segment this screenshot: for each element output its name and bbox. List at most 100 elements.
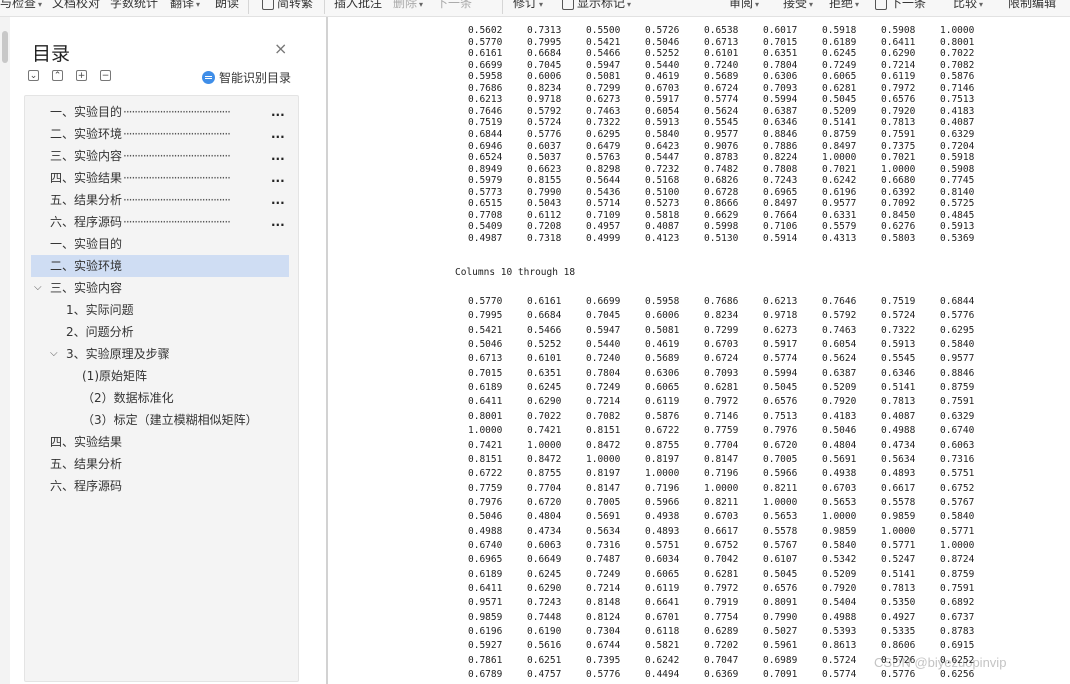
toc-item-label: 三、实验内容 xyxy=(50,281,123,295)
toc-item[interactable]: 一、实验目的 xyxy=(31,233,289,255)
matrix-cell: 0.6684 xyxy=(527,310,562,322)
expand-all-button[interactable]: ⌃ xyxy=(52,70,63,81)
toolbar-item-label: 下一条 xyxy=(436,0,473,10)
matrix-cell: 0.7304 xyxy=(586,626,621,638)
toc-item[interactable]: （2）数据标准化 xyxy=(31,387,289,409)
toolbar-item-3[interactable]: 翻译 ▾ xyxy=(170,0,200,11)
toc-item[interactable]: 五、结果分析 ··································… xyxy=(31,189,289,211)
toc-item[interactable]: ⌵ 三、实验内容 xyxy=(31,277,289,299)
toc-item[interactable]: 四、实验结果 xyxy=(31,431,289,453)
toolbar-item-10[interactable]: 显示标记 ▾ xyxy=(562,0,631,11)
matrix-cell: 0.6423 xyxy=(645,140,680,152)
matrix-cell: 0.5767 xyxy=(940,496,975,508)
matrix-cell: 0.6629 xyxy=(704,209,739,221)
matrix-cell: 0.7042 xyxy=(704,554,739,566)
add-heading-button[interactable]: + xyxy=(76,70,87,81)
matrix-cell: 0.5763 xyxy=(586,152,621,164)
matrix-cell: 0.6703 xyxy=(704,339,739,351)
matrix-cell: 0.8472 xyxy=(586,439,621,451)
toolbar-item-2[interactable]: 字数统计 xyxy=(110,0,158,11)
toolbar-item-9[interactable]: 修订 ▾ xyxy=(513,0,543,11)
toc-item[interactable]: 一、实验目的 ··································… xyxy=(31,101,289,123)
toolbar-item-4[interactable]: 朗读 xyxy=(215,0,239,11)
matrix-cell: 0.7646 xyxy=(468,105,503,117)
matrix-cell: 0.6892 xyxy=(940,597,975,609)
matrix-cell: 0.6281 xyxy=(704,382,739,394)
chevron-down-icon: ▾ xyxy=(38,0,43,9)
toc-item[interactable]: 五、结果分析 xyxy=(31,453,289,475)
matrix-cell: 0.6946 xyxy=(468,140,503,152)
close-icon[interactable]: × xyxy=(274,39,287,58)
matrix-cell: 0.5751 xyxy=(940,468,975,480)
matrix-cell: 0.8759 xyxy=(940,382,975,394)
matrix-cell: 0.5045 xyxy=(763,568,798,580)
remove-heading-button[interactable]: − xyxy=(100,70,111,81)
toolbar-item-label: 修订 xyxy=(513,0,538,10)
matrix-cell: 0.6189 xyxy=(468,382,503,394)
matrix-cell: 0.7146 xyxy=(940,82,975,94)
matrix-cell: 0.6641 xyxy=(645,597,680,609)
matrix-cell: 0.7316 xyxy=(940,453,975,465)
panel-resize-handle[interactable] xyxy=(2,31,8,63)
matrix-cell: 0.7920 xyxy=(822,583,857,594)
toolbar-item-1[interactable]: 文档校对 xyxy=(52,0,100,11)
toolbar-item-14[interactable]: 下一条 xyxy=(875,0,926,11)
matrix-cell: 0.6196 xyxy=(468,626,503,638)
toc-item[interactable]: (1)原始矩阵 xyxy=(31,365,289,387)
toolbar-item-16[interactable]: 限制编辑 xyxy=(1008,0,1056,11)
matrix-cell: 0.5770 xyxy=(468,296,503,307)
chevron-down-icon[interactable]: ⌵ xyxy=(50,343,58,365)
matrix-cell: 0.6737 xyxy=(940,611,975,623)
matrix-cell: 0.6065 xyxy=(645,568,680,580)
matrix-cell: 0.5927 xyxy=(468,640,503,652)
matrix-cell: 0.8147 xyxy=(586,482,621,494)
toc-item[interactable]: （3）标定（建立模糊相似矩阵） xyxy=(31,409,289,431)
matrix-cell: 0.5209 xyxy=(822,568,857,580)
matrix-cell: 0.5776 xyxy=(940,310,975,322)
matrix-cell: 0.6684 xyxy=(527,48,562,60)
matrix-cell: 0.4734 xyxy=(881,439,916,451)
collapse-all-button[interactable]: ⌄ xyxy=(28,70,39,81)
matrix-cell: 0.7995 xyxy=(527,36,562,48)
matrix-cell: 0.6524 xyxy=(468,152,503,164)
matrix-cell: 0.7015 xyxy=(468,367,503,379)
toc-item[interactable]: ⌵ 3、实验原理及步骤 xyxy=(31,343,289,365)
toolbar-item-5[interactable]: 简转繁 xyxy=(262,0,313,11)
matrix-cell: 0.6844 xyxy=(940,296,975,307)
toc-item[interactable]: 2、问题分析 xyxy=(31,321,289,343)
toolbar-item-13[interactable]: 拒绝 ▾ xyxy=(829,0,859,11)
toolbar-item-6[interactable]: 插入批注 xyxy=(334,0,382,11)
toc-item[interactable]: 二、实验环境 xyxy=(31,255,289,277)
toc-dot-leader: ······································ xyxy=(123,127,231,141)
matrix-cell: 0.6617 xyxy=(881,482,916,494)
toolbar-item-12[interactable]: 接受 ▾ xyxy=(783,0,813,11)
toolbar-item-0[interactable]: 与检查 ▾ xyxy=(0,0,42,11)
matrix-cell: 0.5726 xyxy=(881,654,916,666)
toc-item[interactable]: 三、实验内容 ··································… xyxy=(31,145,289,167)
toc-item[interactable]: 六、程序源码 ··································… xyxy=(31,211,289,233)
toc-page-ellipsis: ... xyxy=(271,127,285,141)
matrix-cell: 0.6017 xyxy=(763,25,798,36)
matrix-cell: 0.4757 xyxy=(527,669,562,681)
smart-toc-button[interactable]: 智能识别目录 xyxy=(202,69,291,86)
toolbar-item-15[interactable]: 比较 ▾ xyxy=(953,0,983,11)
chevron-down-icon[interactable]: ⌵ xyxy=(34,277,42,299)
toc-item[interactable]: 六、程序源码 xyxy=(31,475,289,497)
toc-item[interactable]: 四、实验结果 ··································… xyxy=(31,167,289,189)
toc-item[interactable]: 二、实验环境 ··································… xyxy=(31,123,289,145)
matrix-cell: 0.7813 xyxy=(881,396,916,408)
matrix-cell: 0.9859 xyxy=(468,611,503,623)
toolbar-item-11[interactable]: 审阅 ▾ xyxy=(729,0,759,11)
toolbar-item-7[interactable]: 删除 ▾ xyxy=(393,0,423,11)
matrix-cell: 0.6306 xyxy=(763,71,798,83)
matrix-cell: 0.7299 xyxy=(586,82,621,94)
matrix-cell: 0.6245 xyxy=(527,382,562,394)
matrix-cell: 0.4845 xyxy=(940,209,975,221)
matrix-cell: 0.7243 xyxy=(527,597,562,609)
matrix-cell: 0.5653 xyxy=(763,511,798,523)
matrix-cell: 0.5803 xyxy=(881,232,916,244)
toc-item-label: (1)原始矩阵 xyxy=(82,369,147,383)
toc-item-label: 一、实验目的 xyxy=(50,105,123,119)
toolbar-item-8[interactable]: 下一条 xyxy=(436,0,472,11)
toc-item[interactable]: 1、实际问题 xyxy=(31,299,289,321)
